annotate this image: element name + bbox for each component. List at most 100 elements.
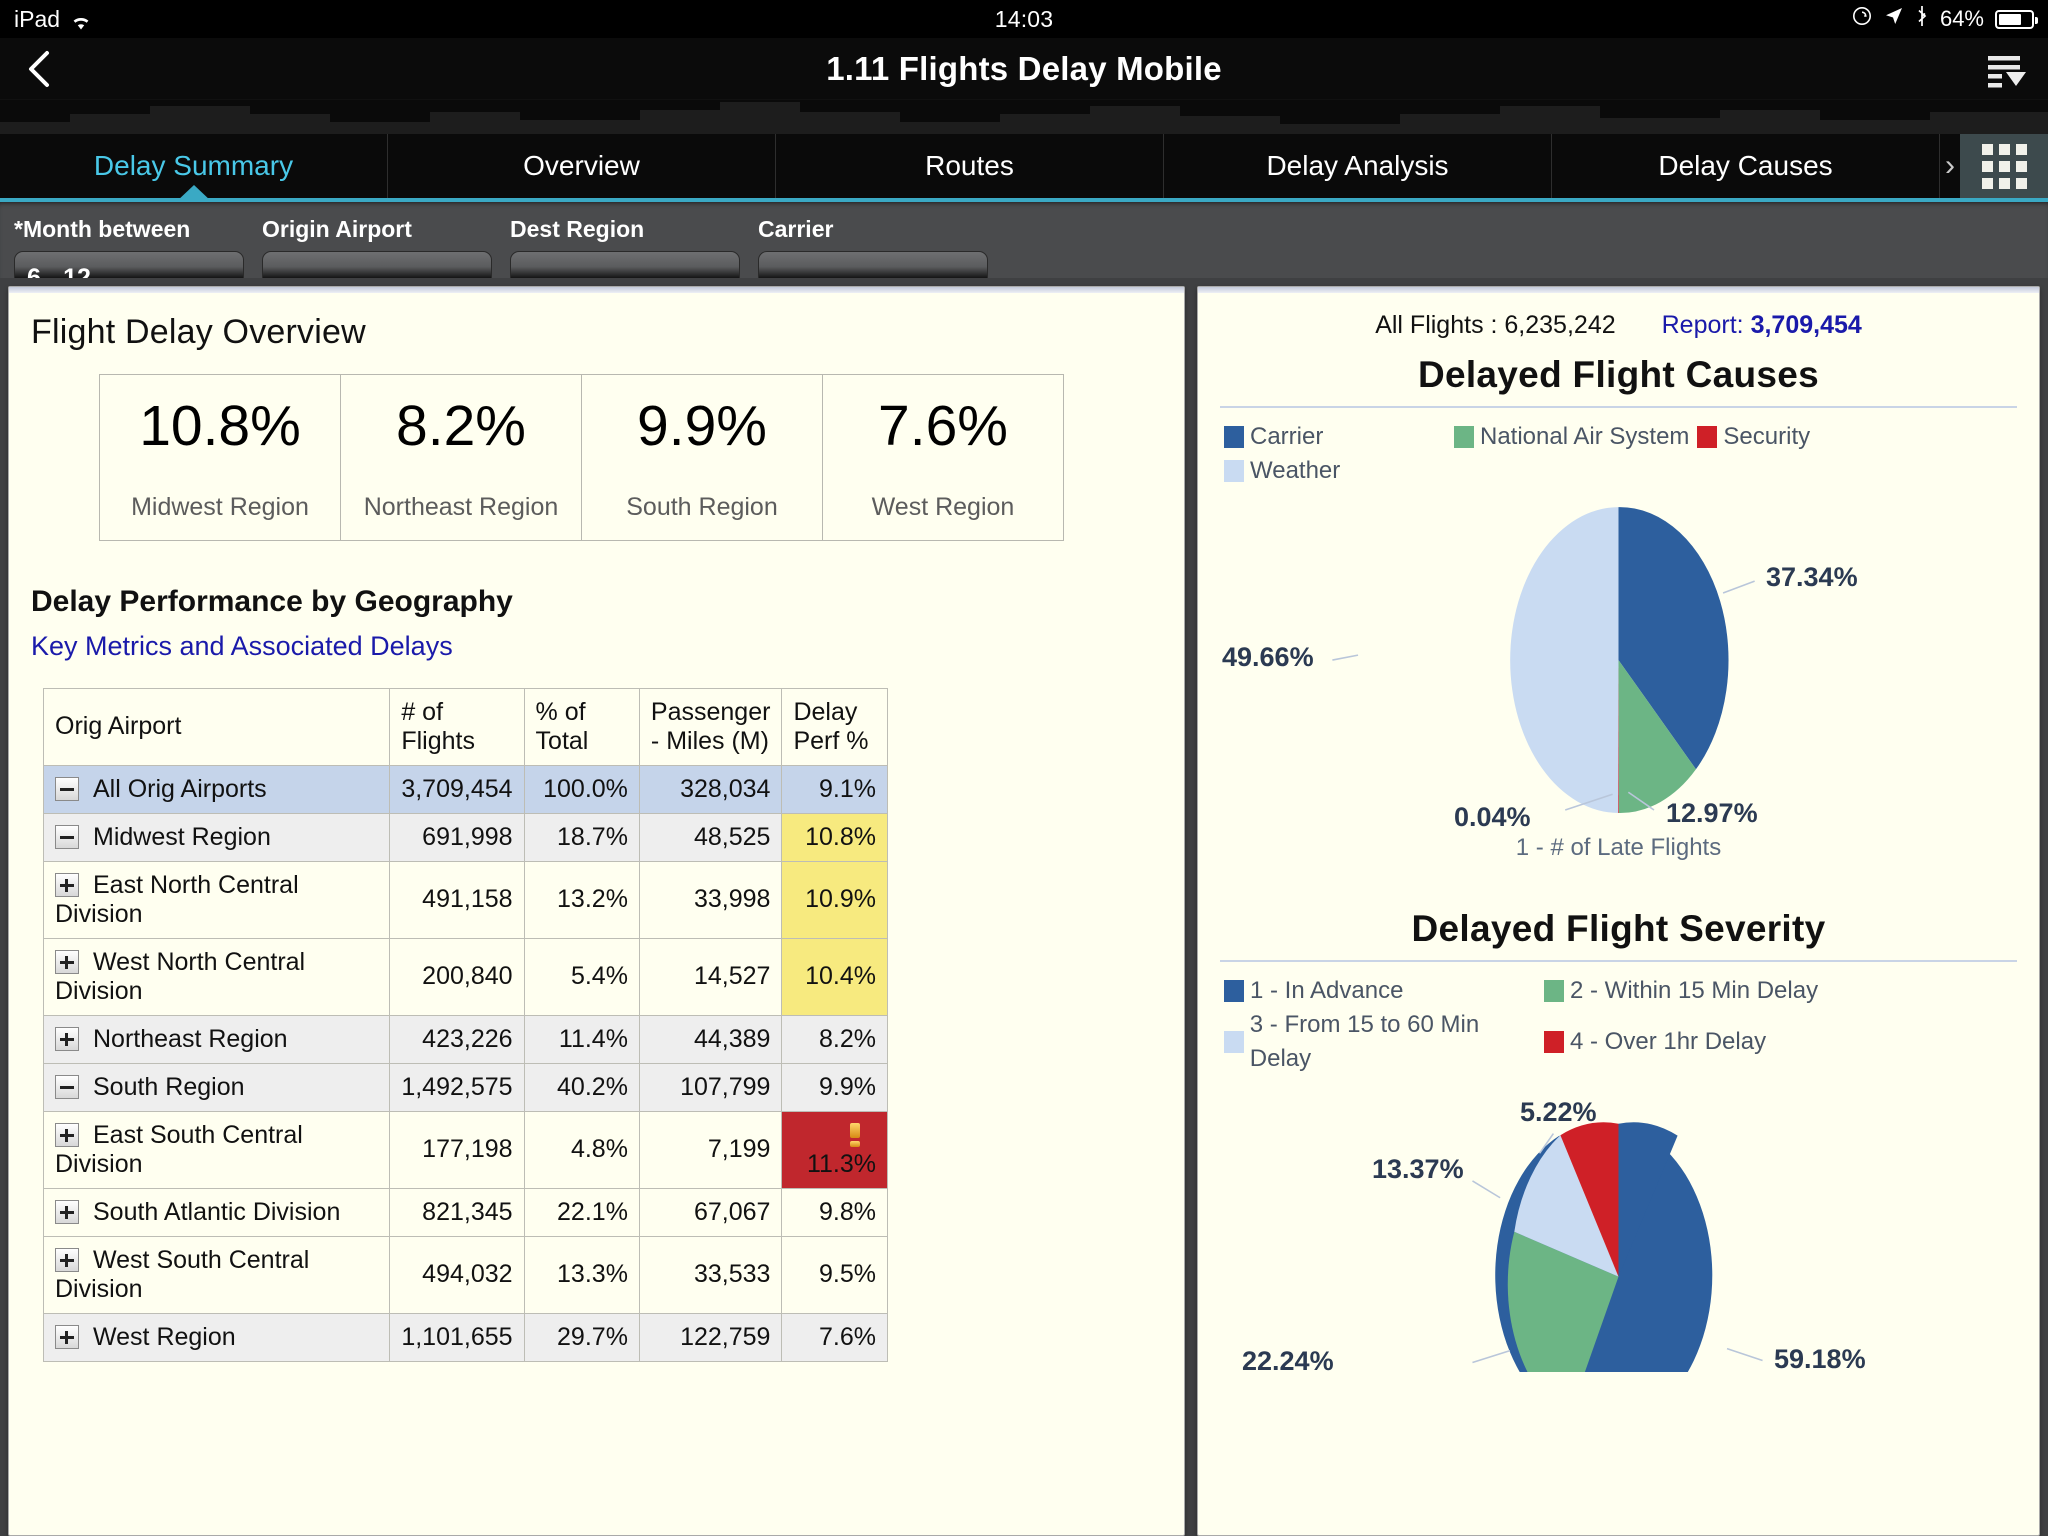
pie-label-in-advance: 59.18%	[1774, 1344, 1866, 1372]
tab-delay-causes[interactable]: Delay Causes	[1552, 134, 1940, 198]
legend-label: 2 - Within 15 Min Delay	[1570, 974, 1818, 1008]
expand-toggle-icon[interactable]	[55, 1027, 79, 1051]
table-row[interactable]: All Orig Airports3,709,454100.0%328,0349…	[44, 765, 888, 813]
leader-line	[1472, 1181, 1500, 1198]
filter-label: *Month between	[14, 216, 244, 243]
legend-item-security: Security	[1697, 420, 1810, 454]
tab-label: Delay Causes	[1658, 150, 1832, 182]
grid-apps-icon	[1982, 144, 2027, 189]
cell-num-flights: 200,840	[390, 938, 524, 1015]
cell-pct-total: 100.0%	[524, 765, 639, 813]
col-num-flights: # of Flights	[390, 688, 524, 765]
expand-toggle-icon[interactable]	[55, 873, 79, 897]
legend-row: Weather	[1224, 454, 2023, 488]
tab-delay-summary[interactable]: Delay Summary	[0, 134, 388, 198]
filter-label: Origin Airport	[262, 216, 492, 243]
app-navbar: 1.11 Flights Delay Mobile	[0, 38, 2048, 100]
kpi-tile-group: 10.8% Midwest Region 8.2% Northeast Regi…	[99, 374, 1064, 541]
row-label: West North Central Division	[55, 948, 305, 1005]
slice-weather	[1510, 507, 1619, 813]
cell-num-flights: 494,032	[390, 1236, 524, 1313]
cell-passenger-miles: 14,527	[639, 938, 782, 1015]
kpi-value: 7.6%	[823, 397, 1063, 457]
table-row[interactable]: Northeast Region423,22611.4%44,3898.2%	[44, 1015, 888, 1063]
table-row[interactable]: East South Central Division177,1984.8%7,…	[44, 1111, 888, 1188]
legend-label: 3 - From 15 to 60 Min Delay	[1250, 1008, 1544, 1076]
cell-delay-perf: 9.1%	[782, 765, 888, 813]
legend-label: Weather	[1250, 454, 1340, 488]
kpi-value: 9.9%	[582, 397, 822, 457]
cell-delay-perf: 11.3%	[782, 1111, 888, 1188]
col-delay-perf: Delay Perf %	[782, 688, 888, 765]
col-pct-total: % of Total	[524, 688, 639, 765]
flights-summary-bar: All Flights : 6,235,242 Report: 3,709,45…	[1214, 305, 2023, 354]
grid-apps-button[interactable]	[1960, 134, 2048, 198]
collapse-toggle-icon[interactable]	[55, 1075, 79, 1099]
kpi-tile-northeast: 8.2% Northeast Region	[341, 375, 582, 540]
expand-toggle-icon[interactable]	[55, 1325, 79, 1349]
cell-num-flights: 423,226	[390, 1015, 524, 1063]
legend-item-national-air-system: National Air System	[1454, 420, 1689, 454]
table-title: Delay Performance by Geography	[31, 585, 1162, 619]
table-row[interactable]: East North Central Division491,15813.2%3…	[44, 861, 888, 938]
cell-delay-perf: 10.4%	[782, 938, 888, 1015]
kpi-label: West Region	[823, 493, 1063, 522]
legend-row: 3 - From 15 to 60 Min Delay 4 - Over 1hr…	[1224, 1008, 2023, 1076]
table-subtitle-link[interactable]: Key Metrics and Associated Delays	[31, 631, 1162, 662]
table-row[interactable]: West Region1,101,65529.7%122,7597.6%	[44, 1313, 888, 1361]
cell-delay-perf: 8.2%	[782, 1015, 888, 1063]
expand-toggle-icon[interactable]	[55, 950, 79, 974]
kpi-tile-west: 7.6% West Region	[823, 375, 1063, 540]
row-label: Northeast Region	[93, 1025, 288, 1053]
cell-orig-airport: South Atlantic Division	[44, 1188, 390, 1236]
row-label: West South Central Division	[55, 1246, 309, 1303]
kpi-value: 8.2%	[341, 397, 581, 457]
content-area: Flight Delay Overview 10.8% Midwest Regi…	[0, 278, 2048, 1536]
table-row[interactable]: South Region1,492,57540.2%107,7999.9%	[44, 1063, 888, 1111]
filter-label: Dest Region	[510, 216, 740, 243]
pie-chart-severity: 5.22% 13.37% 22.24% 59.18%	[1214, 1102, 2023, 1372]
table-row[interactable]: West North Central Division200,8405.4%14…	[44, 938, 888, 1015]
table-row[interactable]: West South Central Division494,03213.3%3…	[44, 1236, 888, 1313]
table-row[interactable]: Midwest Region691,99818.7%48,52510.8%	[44, 813, 888, 861]
collapse-toggle-icon[interactable]	[55, 825, 79, 849]
delay-perf-value: 11.3%	[807, 1150, 876, 1178]
cell-passenger-miles: 33,533	[639, 1236, 782, 1313]
leader-line	[1727, 1349, 1763, 1361]
row-label: South Region	[93, 1073, 245, 1101]
legend-row: Carrier National Air System Security	[1224, 420, 2023, 454]
legend-label: 1 - In Advance	[1250, 974, 1403, 1008]
table-row[interactable]: South Atlantic Division821,34522.1%67,06…	[44, 1188, 888, 1236]
legend-item-over-1hr: 4 - Over 1hr Delay	[1544, 1008, 1766, 1076]
cell-delay-perf: 7.6%	[782, 1313, 888, 1361]
kpi-tile-midwest: 10.8% Midwest Region	[100, 375, 341, 540]
cell-passenger-miles: 107,799	[639, 1063, 782, 1111]
collapse-toggle-icon[interactable]	[55, 777, 79, 801]
legend-item-in-advance: 1 - In Advance	[1224, 974, 1544, 1008]
filter-sort-button[interactable]	[1984, 49, 2030, 89]
legend-swatch	[1224, 460, 1244, 482]
legend-swatch	[1544, 1031, 1564, 1053]
tab-routes[interactable]: Routes	[776, 134, 1164, 198]
row-label: All Orig Airports	[93, 775, 267, 803]
tab-label: Delay Analysis	[1266, 150, 1448, 182]
expand-toggle-icon[interactable]	[55, 1200, 79, 1224]
cell-num-flights: 1,101,655	[390, 1313, 524, 1361]
pie-label-weather: 49.66%	[1222, 642, 1314, 673]
expand-toggle-icon[interactable]	[55, 1248, 79, 1272]
pie-label-national-air-system: 12.97%	[1666, 798, 1758, 829]
tab-overview[interactable]: Overview	[388, 134, 776, 198]
legend-label: Security	[1723, 420, 1810, 454]
cell-pct-total: 13.2%	[524, 861, 639, 938]
legend-item-weather: Weather	[1224, 454, 1340, 488]
section-title: Flight Delay Overview	[31, 313, 1162, 352]
back-button[interactable]	[0, 49, 76, 89]
cell-num-flights: 3,709,454	[390, 765, 524, 813]
tab-delay-analysis[interactable]: Delay Analysis	[1164, 134, 1552, 198]
chart-legend: Carrier National Air System Security	[1214, 420, 2023, 488]
chevron-right-icon[interactable]: ›	[1940, 134, 1960, 198]
pie-label-15-to-60-min: 13.37%	[1372, 1154, 1464, 1185]
cell-delay-perf: 9.9%	[782, 1063, 888, 1111]
expand-toggle-icon[interactable]	[55, 1123, 79, 1147]
cell-delay-perf: 9.5%	[782, 1236, 888, 1313]
